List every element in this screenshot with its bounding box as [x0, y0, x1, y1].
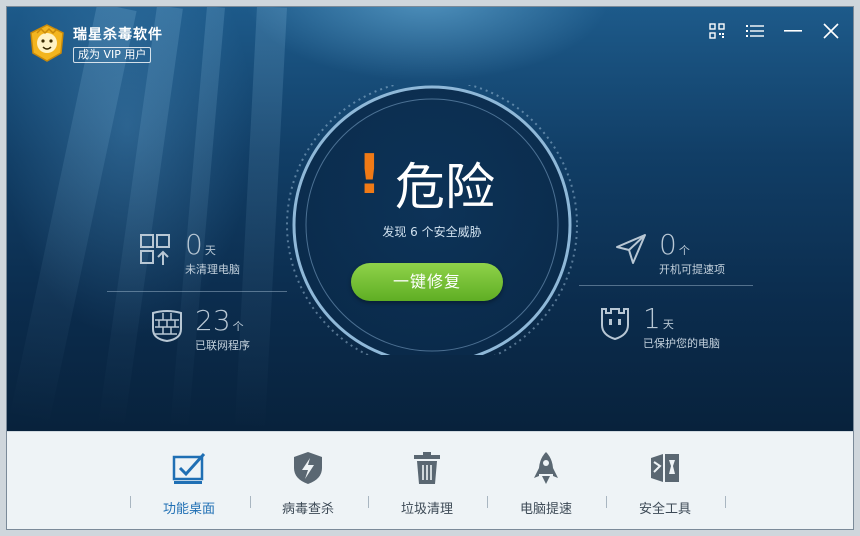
nav-label: 安全工具	[638, 502, 691, 517]
nav-item-desktop[interactable]: 功能桌面	[134, 450, 244, 517]
nav-separator	[725, 496, 726, 508]
castle-shield-icon	[601, 308, 629, 341]
danger-exclamation: !	[357, 143, 382, 206]
nav-label: 病毒查杀	[281, 502, 334, 517]
uncleaned-days-unit: 天	[204, 244, 216, 257]
protected-label: 已保护您的电脑	[643, 337, 720, 350]
desktop-check-icon	[172, 452, 206, 484]
security-dial	[286, 85, 578, 355]
stat-uncleaned[interactable]: 0天 未清理电脑	[139, 231, 240, 277]
nav-separator	[368, 496, 369, 508]
become-vip-button[interactable]: 成为 VIP 用户	[73, 46, 152, 63]
app-title: 瑞星杀毒软件	[73, 26, 163, 43]
nav-label: 垃圾清理	[400, 502, 453, 517]
startup-count-value: 0	[659, 228, 677, 261]
shield-bolt-icon	[294, 452, 322, 484]
nav-separator	[606, 496, 607, 508]
protected-days-value: 1	[643, 302, 661, 335]
startup-count-unit: 个	[678, 244, 690, 257]
networked-count-value: 23	[195, 304, 231, 337]
minimize-icon[interactable]	[783, 21, 803, 41]
close-icon[interactable]	[821, 21, 841, 41]
nav-item-junk-clean[interactable]: 垃圾清理	[372, 450, 482, 517]
uncleaned-label: 未清理电脑	[185, 263, 240, 276]
app-window: 瑞星杀毒软件 成为 VIP 用户 ! 危险 发现 6 个安全威胁 一键修复 0 …	[6, 6, 854, 530]
nav-separator	[487, 496, 488, 508]
lion-logo-icon	[30, 24, 64, 62]
stat-startup[interactable]: 0个 开机可提速项	[613, 231, 725, 277]
grid-arrow-icon	[140, 234, 170, 265]
status-word: 危险	[395, 158, 495, 216]
toolbox-icon	[651, 454, 679, 482]
nav-item-security-tools[interactable]: 安全工具	[610, 450, 720, 517]
qr-code-icon[interactable]	[707, 21, 727, 41]
networked-label: 已联网程序	[195, 339, 250, 352]
startup-label: 开机可提速项	[659, 263, 725, 276]
trash-icon	[414, 452, 440, 484]
stat-networked[interactable]: 23 个 已联网程序	[149, 307, 250, 353]
networked-count-unit: 个	[232, 320, 244, 333]
hero-panel: 瑞星杀毒软件 成为 VIP 用户 ! 危险 发现 6 个安全威胁 一键修复 0 …	[7, 7, 853, 431]
divider	[579, 285, 753, 286]
brand: 瑞星杀毒软件 成为 VIP 用户	[27, 23, 163, 63]
divider	[107, 291, 287, 292]
rocket-icon	[534, 452, 558, 484]
firewall-icon	[152, 310, 182, 343]
nav-separator	[130, 496, 131, 508]
nav-item-speedup[interactable]: 电脑提速	[491, 450, 601, 517]
window-controls	[707, 21, 841, 41]
one-click-fix-button[interactable]: 一键修复	[351, 263, 503, 301]
stat-protected[interactable]: 1天 已保护您的电脑	[597, 305, 720, 351]
nav-item-virus-scan[interactable]: 病毒查杀	[253, 450, 363, 517]
uncleaned-days-value: 0	[185, 228, 203, 261]
bottom-nav: 功能桌面 病毒查杀 垃圾清理 电脑提速 安全工具	[7, 431, 853, 529]
protected-days-unit: 天	[662, 318, 674, 331]
paper-plane-icon	[616, 234, 646, 264]
threat-summary: 发现 6 个安全威胁	[382, 225, 482, 239]
nav-label: 功能桌面	[162, 502, 215, 517]
nav-separator	[250, 496, 251, 508]
nav-label: 电脑提速	[519, 502, 572, 517]
menu-icon[interactable]	[745, 21, 765, 41]
